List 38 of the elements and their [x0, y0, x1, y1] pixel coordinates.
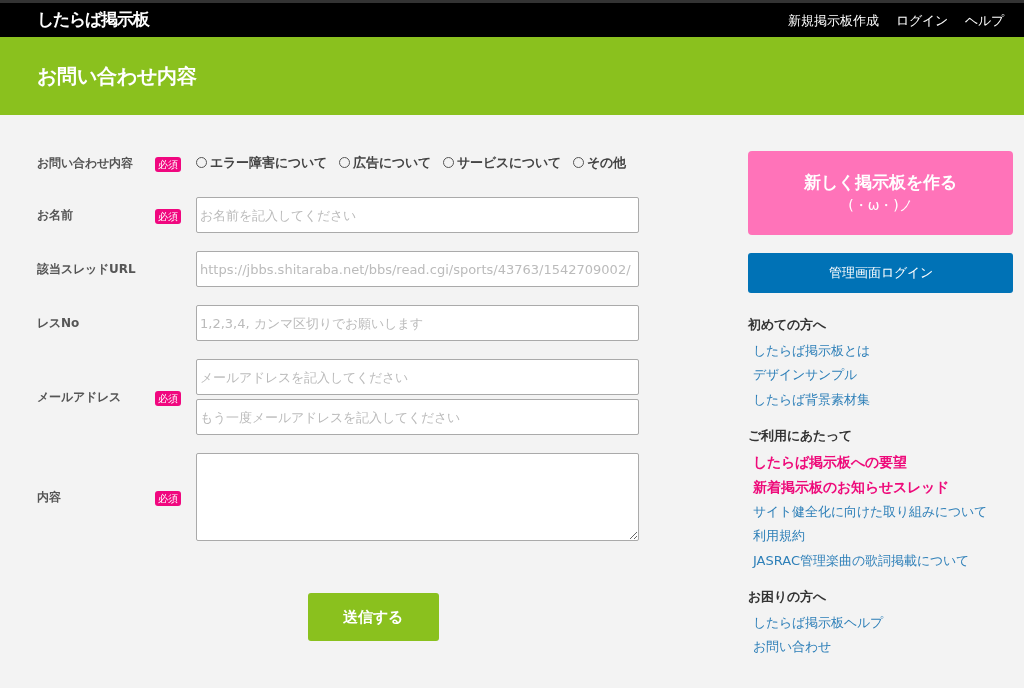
input-field[interactable]: https://jbbs.shitaraba.net/bbs/read.cgi/sports/43763/1542709002/ — [196, 251, 639, 287]
field-label: 内容 — [37, 489, 62, 506]
radio-label: その他 — [587, 155, 626, 171]
sidebar-link[interactable]: サイト健全化に向けた取り組みについて — [748, 499, 1013, 524]
section-heading: 初めての方へ — [748, 316, 827, 334]
logo[interactable]: したらば掲示板 — [37, 7, 149, 33]
sidebar-link[interactable]: デザインサンプル — [748, 363, 1013, 388]
section-heading: ご利用にあたって — [748, 427, 853, 445]
sidebar-link[interactable]: したらば背景素材集 — [748, 387, 1013, 412]
nav-link[interactable]: 新規掲示板作成 — [788, 13, 879, 28]
sidebar-link[interactable]: 利用規約 — [748, 524, 1013, 549]
field-label: メールアドレス — [37, 389, 122, 406]
admin-login-button[interactable]: 管理画面ログイン — [748, 253, 1013, 293]
sidebar-link[interactable]: したらば掲示板とは — [748, 338, 1013, 363]
field-label: お問い合わせ内容 — [37, 155, 134, 172]
nav-link[interactable]: ログイン — [896, 13, 948, 28]
nav-link[interactable]: ヘルプ — [965, 13, 1004, 28]
radio-label: サービスについて — [457, 155, 561, 171]
input-field[interactable]: お名前を記入してください — [196, 197, 639, 233]
sidebar-link[interactable]: お問い合わせ — [748, 635, 1013, 660]
required-badge: 必須 — [155, 209, 181, 224]
create-board-button[interactable]: 新しく掲示板を作る (・ω・)ノ — [748, 151, 1013, 235]
section-heading: お困りの方へ — [748, 588, 827, 606]
required-badge: 必須 — [155, 157, 181, 172]
radio-label: 広告について — [353, 155, 431, 171]
input-field[interactable]: 1,2,3,4, カンマ区切りでお願いします — [196, 305, 639, 341]
field-label: 該当スレッドURL — [37, 261, 137, 278]
required-badge: 必須 — [155, 491, 181, 506]
sidebar-link[interactable]: したらば掲示板ヘルプ — [748, 610, 1013, 635]
sidebar-link[interactable]: 新着掲示板のお知らせスレッド — [748, 474, 1013, 500]
radio-label: エラー障害について — [210, 155, 327, 171]
field-label: レスNo — [37, 315, 81, 332]
field-label: お名前 — [37, 207, 74, 224]
submit-button[interactable]: 送信する — [307, 593, 439, 641]
page-title: お問い合わせ内容 — [37, 64, 197, 88]
sidebar-link[interactable]: したらば掲示板への要望 — [748, 449, 1013, 475]
required-badge: 必須 — [155, 391, 181, 406]
sidebar-link[interactable]: JASRAC管理楽曲の歌詞掲載について — [748, 548, 1013, 573]
